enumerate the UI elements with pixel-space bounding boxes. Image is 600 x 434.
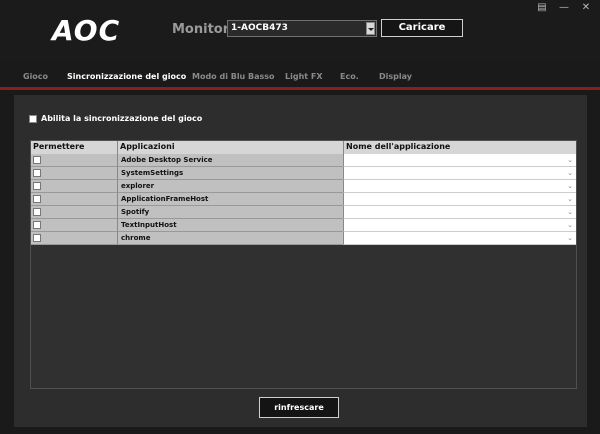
allow-cell	[31, 219, 117, 232]
header-divider	[343, 141, 344, 154]
allow-cell	[31, 167, 117, 180]
tab-gioco[interactable]: Gioco	[23, 72, 48, 81]
enable-sync-label: Abilita la sincronizzazione del gioco	[41, 114, 203, 123]
allow-checkbox[interactable]	[33, 169, 41, 177]
chevron-down-icon[interactable]: ⌄	[567, 221, 573, 229]
top-bar: AOC Monitore 1-AOCB473 Caricare ▤ — ✕	[0, 0, 600, 60]
app-name-dropdown[interactable]: ⌄	[343, 219, 576, 232]
load-button[interactable]: Caricare	[381, 19, 463, 37]
app-name-dropdown[interactable]: ⌄	[343, 154, 576, 167]
header-permettere: Permettere	[33, 142, 85, 151]
table-header: Permettere Applicazioni Nome dell'applic…	[31, 141, 576, 154]
app-table: Permettere Applicazioni Nome dell'applic…	[30, 140, 577, 389]
table-row: TextInputHost ⌄	[31, 219, 576, 232]
table-row: Spotify ⌄	[31, 206, 576, 219]
sync-panel: Abilita la sincronizzazione del gioco Pe…	[14, 95, 587, 427]
chevron-down-icon[interactable]: ⌄	[567, 156, 573, 164]
allow-cell	[31, 154, 117, 167]
chevron-down-icon[interactable]: ⌄	[567, 169, 573, 177]
table-row: Adobe Desktop Service ⌄	[31, 154, 576, 167]
aoc-logo: AOC	[52, 14, 121, 47]
header-applicazioni: Applicazioni	[120, 142, 175, 151]
header-nome-applicazione: Nome dell'applicazione	[346, 142, 451, 151]
app-name-dropdown[interactable]: ⌄	[343, 193, 576, 206]
close-icon[interactable]: ✕	[578, 2, 594, 13]
app-cell: TextInputHost	[117, 219, 343, 232]
tab-light-fx[interactable]: Light FX	[285, 72, 323, 81]
allow-checkbox[interactable]	[33, 156, 41, 164]
chevron-down-icon[interactable]	[366, 22, 375, 35]
app-name-dropdown[interactable]: ⌄	[343, 167, 576, 180]
table-row: ApplicationFrameHost ⌄	[31, 193, 576, 206]
chat-icon[interactable]: ▤	[534, 2, 550, 13]
header-divider	[117, 141, 118, 154]
allow-checkbox[interactable]	[33, 195, 41, 203]
table-row: chrome ⌄	[31, 232, 576, 245]
app-cell: Spotify	[117, 206, 343, 219]
tab-display[interactable]: Display	[379, 72, 412, 81]
minimize-icon[interactable]: —	[556, 2, 572, 13]
monitor-select[interactable]: 1-AOCB473	[227, 20, 377, 37]
monitor-select-value: 1-AOCB473	[231, 23, 288, 33]
tab-bar: Gioco Sincronizzazione del gioco Modo di…	[0, 60, 600, 88]
table-row: SystemSettings ⌄	[31, 167, 576, 180]
allow-cell	[31, 232, 117, 245]
chevron-down-icon[interactable]: ⌄	[567, 208, 573, 216]
app-cell: chrome	[117, 232, 343, 245]
app-cell: SystemSettings	[117, 167, 343, 180]
app-name-dropdown[interactable]: ⌄	[343, 232, 576, 245]
chevron-down-icon[interactable]: ⌄	[567, 195, 573, 203]
allow-cell	[31, 180, 117, 193]
allow-checkbox[interactable]	[33, 221, 41, 229]
allow-cell	[31, 206, 117, 219]
chevron-down-icon[interactable]: ⌄	[567, 234, 573, 242]
app-cell: ApplicationFrameHost	[117, 193, 343, 206]
app-name-dropdown[interactable]: ⌄	[343, 180, 576, 193]
table-row: explorer ⌄	[31, 180, 576, 193]
app-cell: Adobe Desktop Service	[117, 154, 343, 167]
allow-checkbox[interactable]	[33, 182, 41, 190]
allow-checkbox[interactable]	[33, 208, 41, 216]
tab-sincronizzazione-del-gioco[interactable]: Sincronizzazione del gioco	[67, 72, 186, 81]
chevron-down-icon[interactable]: ⌄	[567, 182, 573, 190]
app-cell: explorer	[117, 180, 343, 193]
enable-sync-checkbox[interactable]	[29, 114, 37, 123]
tab-eco[interactable]: Eco.	[340, 72, 359, 81]
tab-divider	[0, 87, 600, 90]
allow-checkbox[interactable]	[33, 234, 41, 242]
allow-cell	[31, 193, 117, 206]
refresh-button[interactable]: rinfrescare	[259, 397, 339, 418]
tab-modo-di-blu-basso[interactable]: Modo di Blu Basso	[192, 72, 275, 81]
enable-sync-row[interactable]: Abilita la sincronizzazione del gioco	[29, 114, 202, 123]
app-name-dropdown[interactable]: ⌄	[343, 206, 576, 219]
